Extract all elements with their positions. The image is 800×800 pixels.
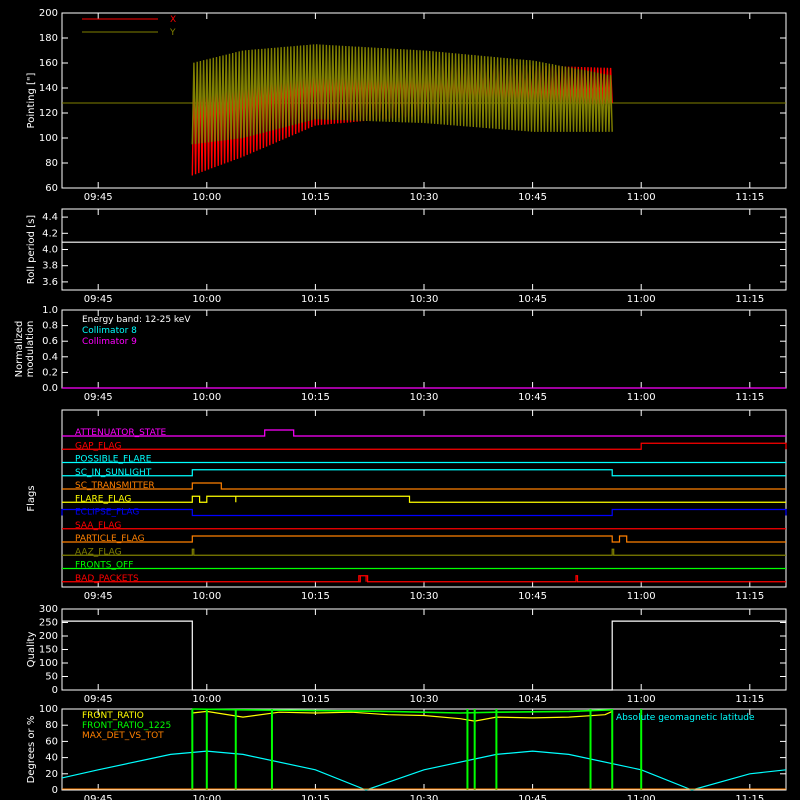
- x-tick-label: 11:15: [735, 392, 764, 403]
- y-tick-label: 0.6: [42, 336, 58, 347]
- y-tick-label: 1.0: [42, 305, 58, 316]
- x-tick-label: 11:00: [627, 591, 656, 602]
- y-axis-label: Pointing ["]: [26, 72, 37, 128]
- y-tick-label: 40: [45, 753, 58, 764]
- x-tick-label: 10:45: [518, 591, 547, 602]
- legend-label: FRONT_RATIO: [82, 711, 144, 721]
- x-tick-label: 09:45: [84, 694, 113, 705]
- y-tick-label: 100: [39, 658, 58, 669]
- annotation-text: Energy band: 12-25 keV: [82, 315, 191, 325]
- x-tick-label: 10:30: [410, 694, 439, 705]
- y-tick-label: 200: [39, 8, 58, 19]
- x-tick-label: 09:45: [84, 392, 113, 403]
- x-tick-label: 10:30: [410, 192, 439, 203]
- y-tick-label: 300: [39, 604, 58, 615]
- plot-background: [0, 0, 800, 800]
- x-tick-label: 09:45: [84, 591, 113, 602]
- x-tick-label: 10:15: [301, 192, 330, 203]
- y-tick-label: 0.0: [42, 383, 58, 394]
- x-tick-label: 10:00: [192, 694, 221, 705]
- x-tick-label: 10:30: [410, 591, 439, 602]
- x-tick-label: 10:45: [518, 392, 547, 403]
- instrument-quicklook-plot: 09:45 10:00 10:15 10:30 10:45 11:00 11:15 60 80 1…: [0, 0, 800, 800]
- y-tick-label: 100: [39, 133, 58, 144]
- y-axis-label: modulation: [25, 321, 36, 378]
- x-tick-label: 10:00: [192, 192, 221, 203]
- x-tick-label: 11:15: [735, 192, 764, 203]
- x-tick-label: 11:00: [627, 694, 656, 705]
- x-tick-label: 11:15: [735, 591, 764, 602]
- y-tick-label: 60: [45, 183, 58, 194]
- x-tick-label: 10:15: [301, 294, 330, 305]
- y-axis-label: Degrees or %: [26, 716, 37, 784]
- y-tick-label: 140: [39, 83, 58, 94]
- y-tick-label: 0: [52, 785, 58, 796]
- x-tick-label: 11:00: [627, 392, 656, 403]
- legend-label: Y: [169, 28, 176, 38]
- y-axis-label: Quality: [26, 632, 37, 668]
- y-tick-label: 0: [52, 685, 58, 696]
- x-tick-label: 10:00: [192, 392, 221, 403]
- x-tick-label: 11:00: [627, 192, 656, 203]
- y-tick-label: 3.6: [42, 277, 58, 288]
- x-tick-label: 10:45: [518, 794, 547, 800]
- legend-label: Absolute geomagnetic latitude: [616, 713, 755, 723]
- x-tick-label: 10:15: [301, 591, 330, 602]
- y-tick-label: 3.8: [42, 261, 58, 272]
- x-tick-label: 11:00: [627, 794, 656, 800]
- y-tick-label: 160: [39, 58, 58, 69]
- x-tick-label: 10:00: [192, 294, 221, 305]
- x-tick-label: 11:15: [735, 294, 764, 305]
- annotation-text: Collimator 9: [82, 337, 137, 347]
- x-tick-label: 11:15: [735, 794, 764, 800]
- y-tick-label: 4.2: [42, 228, 58, 239]
- y-tick-label: 180: [39, 33, 58, 44]
- y-tick-label: 120: [39, 108, 58, 119]
- y-tick-label: 100: [39, 704, 58, 715]
- x-tick-label: 10:00: [192, 794, 221, 800]
- x-tick-label: 11:00: [627, 294, 656, 305]
- y-tick-label: 0.8: [42, 321, 58, 332]
- x-tick-label: 10:45: [518, 694, 547, 705]
- x-tick-label: 10:00: [192, 591, 221, 602]
- y-tick-label: 0.2: [42, 367, 58, 378]
- y-tick-label: 80: [45, 158, 58, 169]
- x-tick-label: 11:15: [735, 694, 764, 705]
- y-axis-label: Roll period [s]: [26, 215, 37, 284]
- x-tick-label: 10:30: [410, 294, 439, 305]
- x-tick-label: 10:15: [301, 794, 330, 800]
- x-tick-label: 09:45: [84, 192, 113, 203]
- x-tick-label: 09:45: [84, 294, 113, 305]
- y-tick-label: 20: [45, 769, 58, 780]
- x-tick-label: 09:45: [84, 794, 113, 800]
- x-tick-label: 10:30: [410, 392, 439, 403]
- legend-label: FRONT_RATIO_1225: [82, 721, 171, 731]
- y-tick-label: 80: [45, 720, 58, 731]
- y-tick-label: 4.4: [42, 212, 58, 223]
- y-tick-label: 0.4: [42, 352, 58, 363]
- x-tick-label: 10:15: [301, 694, 330, 705]
- y-axis-label: Normalized: [14, 321, 25, 378]
- x-tick-label: 10:30: [410, 794, 439, 800]
- annotation-text: Collimator 8: [82, 326, 137, 336]
- x-tick-label: 10:15: [301, 392, 330, 403]
- y-tick-label: 4.0: [42, 245, 58, 256]
- y-axis-label: Flags: [26, 485, 37, 511]
- y-tick-label: 60: [45, 736, 58, 747]
- x-tick-label: 10:45: [518, 192, 547, 203]
- y-tick-label: 200: [39, 631, 58, 642]
- legend-label: MAX_DET_VS_TOT: [82, 731, 164, 741]
- y-tick-label: 150: [39, 645, 58, 656]
- x-tick-label: 10:45: [518, 294, 547, 305]
- y-tick-label: 250: [39, 618, 58, 629]
- y-tick-label: 50: [45, 672, 58, 683]
- legend-label: X: [170, 15, 176, 25]
